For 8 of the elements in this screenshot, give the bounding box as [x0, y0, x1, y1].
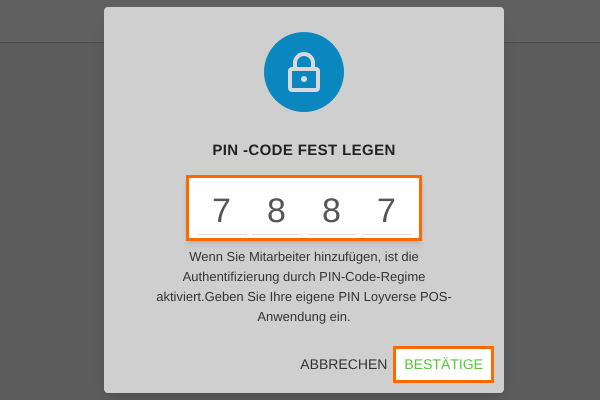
pin-digit[interactable]: 8: [306, 188, 356, 234]
pin-input[interactable]: 7 8 8 7: [186, 174, 422, 240]
description-text: Wenn Sie Mitarbeiter hinzufügen, ist die Authentifizierung durch PIN-Code-Regime aktiviert.Geben Sie Ihre eigene PIN Loyverse POS-Anwendung ein.: [155, 248, 453, 326]
pin-digit[interactable]: 7: [362, 188, 412, 234]
dialog-title: PIN -CODE FEST LEGEN: [212, 141, 396, 161]
pin-digit[interactable]: 8: [252, 188, 302, 234]
pin-digit[interactable]: 7: [196, 188, 246, 234]
dialog-button[interactable]: ABBRECHEN: [296, 346, 392, 383]
